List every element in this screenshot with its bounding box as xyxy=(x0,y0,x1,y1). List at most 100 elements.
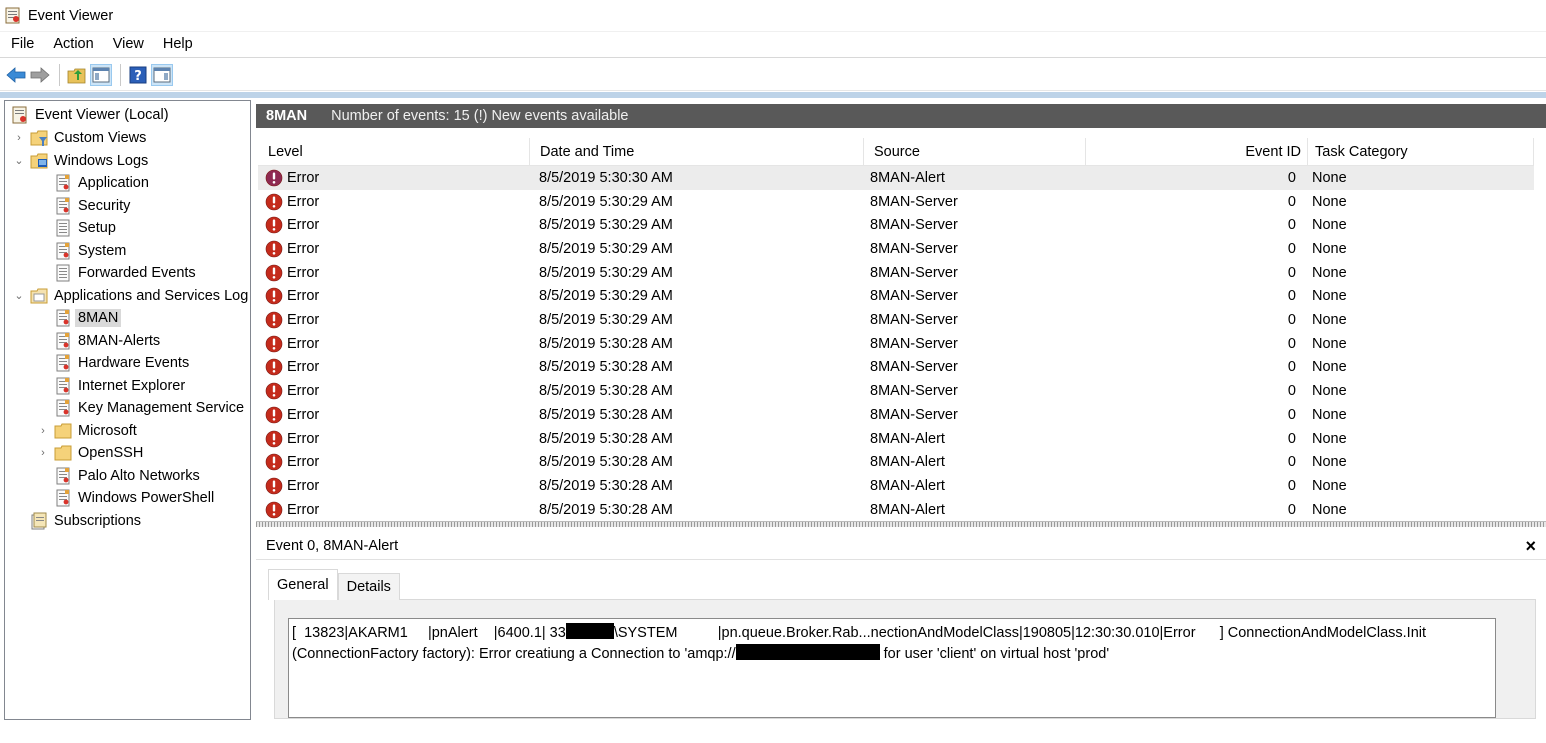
collapse-chevron-icon[interactable]: ⌄ xyxy=(13,289,25,302)
tree-item-custom-views[interactable]: › Custom Views xyxy=(13,127,146,149)
custom-views-icon xyxy=(30,130,48,146)
column-task-category[interactable]: Task Category xyxy=(1308,138,1534,166)
toolbar: ? xyxy=(0,59,1546,91)
up-one-level-button[interactable] xyxy=(66,64,88,86)
menu-view[interactable]: View xyxy=(102,31,152,58)
event-message[interactable]: [ 13823|AKARM1 |pnAlert |6400.1| 33 \SYST… xyxy=(288,618,1496,718)
cell-level: Error xyxy=(258,382,530,400)
cell-source: 8MAN-Server xyxy=(870,240,958,257)
cell-level: Error xyxy=(258,264,530,282)
tree-item-application[interactable]: Application xyxy=(54,172,149,194)
table-row[interactable]: Error 8/5/2019 5:30:28 AM 8MAN-Alert 0 None xyxy=(258,498,1534,522)
tree-item-8man-alerts[interactable]: 8MAN-Alerts xyxy=(54,330,160,352)
pane-splitter[interactable] xyxy=(253,100,256,720)
collapse-chevron-icon[interactable]: ⌄ xyxy=(13,154,25,167)
expand-chevron-icon[interactable]: › xyxy=(37,447,49,459)
cell-date-time: 8/5/2019 5:30:28 AM xyxy=(539,477,673,494)
column-level[interactable]: Level xyxy=(258,138,530,166)
table-row[interactable]: Error 8/5/2019 5:30:28 AM 8MAN-Server 0 None xyxy=(258,379,1534,403)
cell-level: Error xyxy=(258,216,530,234)
cell-event-id: 0 xyxy=(1287,335,1296,352)
cell-level: Error xyxy=(258,335,530,353)
cell-task-category: None xyxy=(1312,454,1347,471)
grid-preview-splitter[interactable] xyxy=(256,521,1546,527)
cell-task-category: None xyxy=(1312,430,1347,447)
level-text: Error xyxy=(287,264,320,281)
tree-item-system[interactable]: System xyxy=(54,240,126,262)
cell-date-time: 8/5/2019 5:30:29 AM xyxy=(539,264,673,281)
table-row[interactable]: Error 8/5/2019 5:30:29 AM 8MAN-Server 0 None xyxy=(258,261,1534,285)
table-row[interactable]: Error 8/5/2019 5:30:28 AM 8MAN-Server 0 None xyxy=(258,403,1534,427)
tree-item-label: Applications and Services Log xyxy=(54,287,249,304)
close-preview-button[interactable]: × xyxy=(1525,536,1536,557)
table-row[interactable]: Error 8/5/2019 5:30:28 AM 8MAN-Server 0 None xyxy=(258,356,1534,380)
tree-item-openssh[interactable]: › OpenSSH xyxy=(37,442,143,464)
table-row[interactable]: Error 8/5/2019 5:30:29 AM 8MAN-Server 0 None xyxy=(258,190,1534,214)
show-hide-action-pane-button[interactable] xyxy=(151,63,173,86)
cell-task-category: None xyxy=(1312,359,1347,376)
table-row[interactable]: Error 8/5/2019 5:30:28 AM 8MAN-Alert 0 None xyxy=(258,427,1534,451)
cell-event-id: 0 xyxy=(1287,406,1296,423)
cell-source: 8MAN-Server xyxy=(870,406,958,423)
cell-task-category: None xyxy=(1312,383,1347,400)
help-button[interactable]: ? xyxy=(127,64,149,86)
tree-item-palo-alto-networks[interactable]: Palo Alto Networks xyxy=(54,465,200,487)
table-row[interactable]: Error 8/5/2019 5:30:29 AM 8MAN-Server 0 None xyxy=(258,285,1534,309)
message-line2-part2: for user 'client' on virtual host 'prod' xyxy=(879,645,1110,662)
column-date-time[interactable]: Date and Time xyxy=(530,138,864,166)
level-text: Error xyxy=(287,217,320,234)
menu-file[interactable]: File xyxy=(0,31,42,58)
table-row[interactable]: Error 8/5/2019 5:30:29 AM 8MAN-Server 0 None xyxy=(258,237,1534,261)
cell-event-id: 0 xyxy=(1287,240,1296,257)
tab-details[interactable]: Details xyxy=(337,573,400,600)
tree-item-forwarded-events[interactable]: Forwarded Events xyxy=(54,262,196,284)
error-icon xyxy=(265,335,283,353)
cell-source: 8MAN-Alert xyxy=(870,430,945,447)
tree-item-microsoft[interactable]: › Microsoft xyxy=(37,420,137,442)
tab-general[interactable]: General xyxy=(268,569,338,600)
log-plain-icon xyxy=(56,219,70,237)
column-event-id[interactable]: Event ID xyxy=(1086,138,1308,166)
tree-item-subscriptions[interactable]: Subscriptions xyxy=(30,510,141,532)
console-tree[interactable]: Event Viewer (Local) › Custom Views ⌄ Windo… xyxy=(4,100,251,720)
menu-help[interactable]: Help xyxy=(152,31,201,58)
cell-date-time: 8/5/2019 5:30:28 AM xyxy=(539,383,673,400)
tree-root[interactable]: Event Viewer (Local) xyxy=(11,104,169,126)
events-grid[interactable]: Level Date and Time Source Event ID Task… xyxy=(258,138,1546,522)
table-row[interactable]: Error 8/5/2019 5:30:28 AM 8MAN-Alert 0 None xyxy=(258,474,1534,498)
table-row[interactable]: Error 8/5/2019 5:30:30 AM 8MAN-Alert 0 None xyxy=(258,166,1534,190)
column-source[interactable]: Source xyxy=(864,138,1086,166)
tree-item-label: Subscriptions xyxy=(54,512,142,529)
back-button[interactable] xyxy=(5,64,27,86)
table-row[interactable]: Error 8/5/2019 5:30:28 AM 8MAN-Alert 0 None xyxy=(258,450,1534,474)
tree-item-applications-and-services-log[interactable]: ⌄ Applications and Services Log xyxy=(13,285,248,307)
tree-item-windows-powershell[interactable]: Windows PowerShell xyxy=(54,487,214,509)
cell-event-id: 0 xyxy=(1287,264,1296,281)
tree-item-security[interactable]: Security xyxy=(54,195,130,217)
cell-source: 8MAN-Alert xyxy=(870,169,945,186)
tree-item-setup[interactable]: Setup xyxy=(54,217,116,239)
log-icon xyxy=(56,174,70,192)
expand-chevron-icon[interactable]: › xyxy=(13,132,25,144)
tree-item-label: Key Management Service xyxy=(78,400,245,416)
cell-level: Error xyxy=(258,240,530,258)
table-row[interactable]: Error 8/5/2019 5:30:28 AM 8MAN-Server 0 None xyxy=(258,332,1534,356)
tree-item-8man[interactable]: 8MAN xyxy=(54,307,122,329)
cell-event-id: 0 xyxy=(1287,169,1296,186)
log-icon xyxy=(56,332,70,349)
table-row[interactable]: Error 8/5/2019 5:30:29 AM 8MAN-Server 0 None xyxy=(258,308,1534,332)
tree-item-internet-explorer[interactable]: Internet Explorer xyxy=(54,375,185,397)
cell-task-category: None xyxy=(1312,501,1347,518)
menu-bar: File Action View Help xyxy=(0,31,1546,58)
tree-item-windows-logs[interactable]: ⌄ Windows Logs xyxy=(13,150,148,172)
show-hide-console-tree-button[interactable] xyxy=(90,63,112,86)
tree-root-label: Event Viewer (Local) xyxy=(35,107,169,123)
forward-button[interactable] xyxy=(29,64,51,86)
expand-chevron-icon[interactable]: › xyxy=(37,425,49,437)
menu-action[interactable]: Action xyxy=(42,31,101,58)
tree-item-hardware-events[interactable]: Hardware Events xyxy=(54,352,189,374)
error-icon xyxy=(265,430,283,447)
cell-source: 8MAN-Server xyxy=(870,217,958,234)
table-row[interactable]: Error 8/5/2019 5:30:29 AM 8MAN-Server 0 None xyxy=(258,213,1534,237)
tree-item-key-management-service[interactable]: Key Management Service xyxy=(54,397,244,419)
